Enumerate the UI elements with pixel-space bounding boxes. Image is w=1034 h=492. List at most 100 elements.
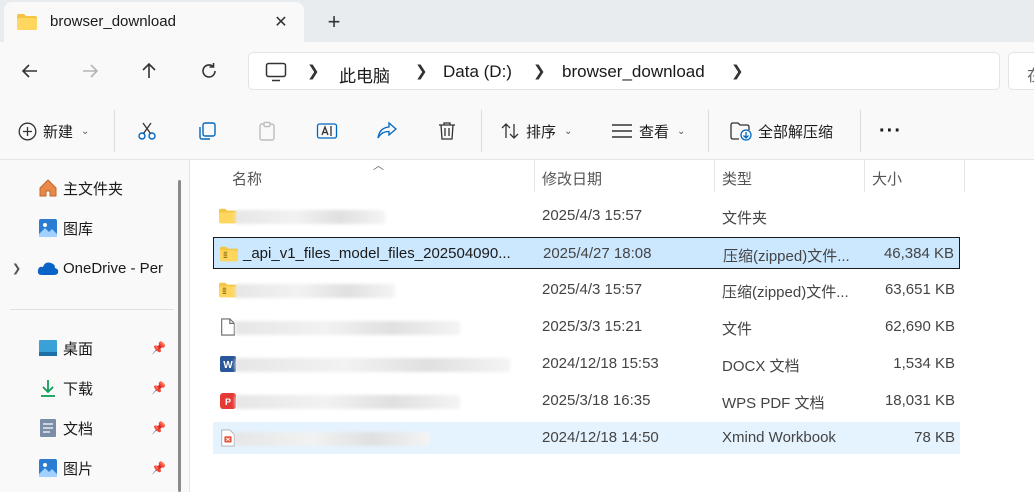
divider xyxy=(708,110,709,152)
sidebar-item-label: 图库 xyxy=(63,220,94,238)
breadcrumb-browser-download[interactable]: browser_download xyxy=(562,62,705,82)
view-button[interactable]: 查看 ⌄ xyxy=(611,116,685,146)
column-header-size[interactable]: 大小 xyxy=(872,168,902,189)
rename-icon xyxy=(316,123,338,139)
sidebar-item-downloads[interactable]: 下载 📌 xyxy=(0,371,175,405)
sort-button[interactable]: 排序 ⌄ xyxy=(500,116,572,146)
arrow-left-icon[interactable] xyxy=(15,56,45,86)
column-divider[interactable] xyxy=(714,160,715,192)
search-input[interactable]: 在 xyxy=(1008,52,1034,90)
extract-all-label: 全部解压缩 xyxy=(758,123,834,141)
sidebar-item-onedrive[interactable]: ❯ OneDrive - Per xyxy=(0,251,175,285)
address-bar[interactable]: ❯ 此电脑 ❯ Data (D:) ❯ browser_download ❯ xyxy=(248,52,1000,90)
view-lines-icon xyxy=(612,124,632,138)
sidebar-item-desktop[interactable]: 桌面 📌 xyxy=(0,331,175,365)
document-icon xyxy=(37,417,59,439)
extract-all-button[interactable]: 全部解压缩 xyxy=(730,116,833,146)
column-divider[interactable] xyxy=(964,160,965,192)
column-divider[interactable] xyxy=(864,160,865,192)
sidebar-item-label: 图片 xyxy=(63,460,94,478)
table-row[interactable]: 2025/4/3 15:57 文件夹 xyxy=(213,200,960,232)
file-size: 46,384 KB xyxy=(883,245,954,262)
file-type: DOCX 文档 xyxy=(722,358,800,375)
table-row[interactable]: _api_v1_files_model_files_202504090... 2… xyxy=(213,237,960,269)
new-button[interactable]: 新建 ⌄ xyxy=(18,116,89,146)
sidebar-item-label: 文档 xyxy=(63,420,94,438)
pin-icon[interactable]: 📌 xyxy=(151,421,166,435)
zip-folder-icon xyxy=(220,246,238,262)
table-row[interactable]: W 2024/12/18 15:53 DOCX 文档 1,534 KB xyxy=(213,348,960,380)
view-label: 查看 xyxy=(639,123,670,141)
plus-icon[interactable]: + xyxy=(320,8,348,36)
breadcrumb-this-pc[interactable]: 此电脑 xyxy=(339,62,390,87)
pin-icon[interactable]: 📌 xyxy=(151,381,166,395)
column-divider[interactable] xyxy=(534,160,535,192)
redacted-file-name xyxy=(235,358,510,372)
sort-label: 排序 xyxy=(526,123,557,141)
column-header-name[interactable]: 名称 xyxy=(232,168,262,189)
file-size: 18,031 KB xyxy=(884,392,955,409)
arrow-up-icon[interactable] xyxy=(134,56,164,86)
arrow-right-icon[interactable] xyxy=(75,56,105,86)
chevron-right-icon[interactable]: ❯ xyxy=(533,62,546,80)
chevron-right-icon[interactable]: ❯ xyxy=(415,62,428,80)
file-name: _api_v1_files_model_files_202504090... xyxy=(243,245,511,262)
more-label: ··· xyxy=(879,119,902,142)
redacted-file-name xyxy=(235,432,430,446)
gallery-icon xyxy=(37,217,59,239)
sidebar-item-label: OneDrive - Per xyxy=(63,259,164,277)
redacted-file-name xyxy=(235,321,460,335)
table-row[interactable]: 2025/3/3 15:21 文件 62,690 KB xyxy=(213,311,960,343)
paste-icon xyxy=(259,121,275,141)
file-type: 压缩(zipped)文件... xyxy=(722,284,849,301)
sidebar-item-documents[interactable]: 文档 📌 xyxy=(0,411,175,445)
close-icon[interactable]: ✕ xyxy=(268,9,294,35)
rename-button[interactable] xyxy=(316,116,338,146)
file-type: 文件 xyxy=(722,321,753,338)
cut-button[interactable] xyxy=(137,116,157,146)
address-row: ❯ 此电脑 ❯ Data (D:) ❯ browser_download ❯ 在 xyxy=(0,42,1034,100)
search-placeholder: 在 xyxy=(1027,62,1034,86)
chevron-right-icon[interactable]: ❯ xyxy=(731,62,744,80)
share-icon xyxy=(377,121,397,139)
table-row[interactable]: P 2025/3/18 16:35 WPS PDF 文档 18,031 KB xyxy=(213,385,960,417)
table-row[interactable]: 2024/12/18 14:50 Xmind Workbook 78 KB xyxy=(213,422,960,454)
picture-icon xyxy=(37,457,59,479)
sidebar-item-label: 桌面 xyxy=(63,340,94,358)
breadcrumb-data-drive[interactable]: Data (D:) xyxy=(443,62,512,82)
column-header-date[interactable]: 修改日期 xyxy=(542,168,602,189)
extract-icon xyxy=(730,122,752,141)
tab-browser-download[interactable]: browser_download ✕ xyxy=(4,2,304,42)
file-type: Xmind Workbook xyxy=(722,429,836,446)
file-date: 2025/4/3 15:57 xyxy=(542,281,643,298)
chevron-right-icon[interactable]: ❯ xyxy=(12,262,21,275)
sidebar-item-gallery[interactable]: 图库 xyxy=(0,211,175,245)
chevron-down-icon: ⌄ xyxy=(81,125,90,137)
sidebar-scrollbar[interactable] xyxy=(178,180,181,492)
pin-icon[interactable]: 📌 xyxy=(151,341,166,355)
copy-button[interactable] xyxy=(197,116,217,146)
file-date: 2025/3/18 16:35 xyxy=(542,392,651,409)
sidebar-divider xyxy=(10,309,174,310)
more-options-button[interactable]: ··· xyxy=(879,116,902,146)
sidebar-item-home[interactable]: 主文件夹 xyxy=(0,171,175,205)
refresh-icon[interactable] xyxy=(194,56,224,86)
file-date: 2025/3/3 15:21 xyxy=(542,318,643,335)
file-list: ︿ 名称 修改日期 类型 大小 2025/4/3 15:57 文件夹 _api_… xyxy=(190,160,1034,492)
file-size: 62,690 KB xyxy=(884,318,955,335)
redacted-file-name xyxy=(235,284,395,298)
chevron-right-icon[interactable]: ❯ xyxy=(307,62,320,80)
column-header-type[interactable]: 类型 xyxy=(722,168,752,189)
command-bar: 新建 ⌄ 排序 ⌄ 查看 ⌄ 全部解压缩 ··· xyxy=(0,100,1034,160)
chevron-down-icon: ⌄ xyxy=(564,125,573,137)
delete-button[interactable] xyxy=(437,116,457,146)
file-type: WPS PDF 文档 xyxy=(722,395,825,412)
file-size: 63,651 KB xyxy=(884,281,955,298)
sort-icon xyxy=(501,123,519,139)
table-row[interactable]: 2025/4/3 15:57 压缩(zipped)文件... 63,651 KB xyxy=(213,274,960,306)
sidebar-item-pictures[interactable]: 图片 📌 xyxy=(0,451,175,485)
share-button[interactable] xyxy=(376,116,398,146)
pin-icon[interactable]: 📌 xyxy=(151,461,166,475)
file-date: 2024/12/18 15:53 xyxy=(542,355,659,372)
paste-button[interactable] xyxy=(257,116,277,146)
